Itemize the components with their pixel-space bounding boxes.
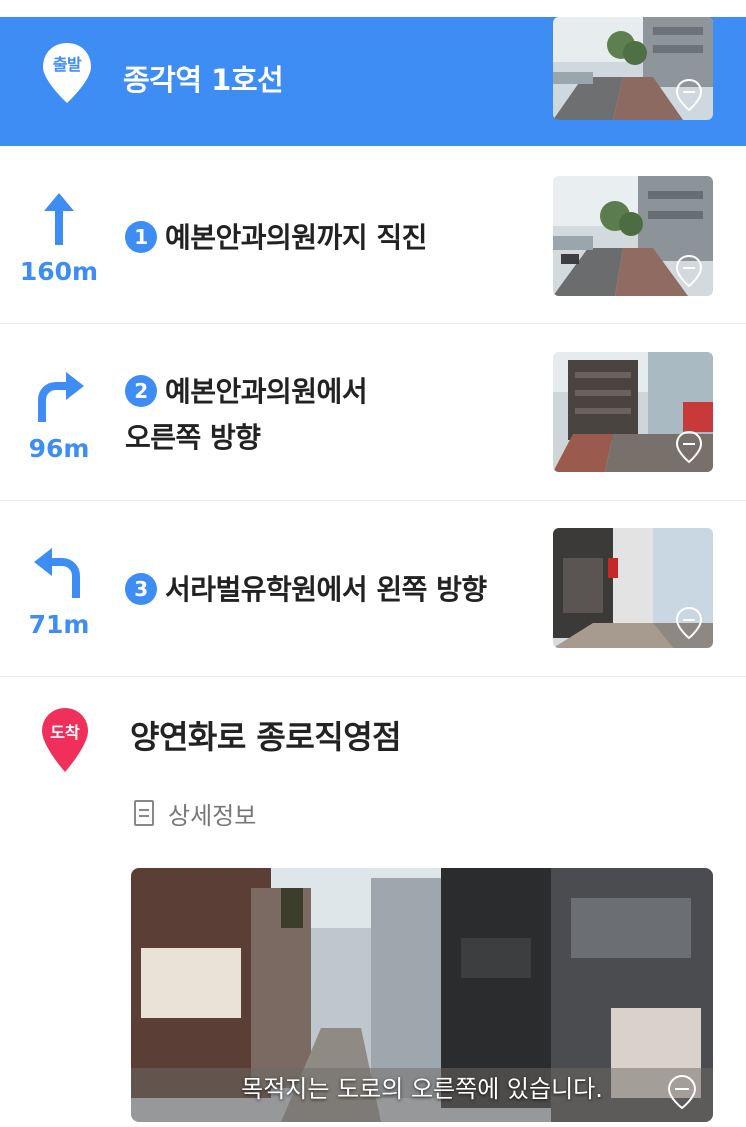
step-3-street-thumbnail[interactable] — [553, 528, 713, 648]
start-badge: 출발 — [52, 55, 82, 74]
step-2-street-thumbnail[interactable] — [553, 352, 713, 472]
step-number-badge: 1 — [125, 221, 157, 253]
document-icon — [134, 800, 154, 826]
step-instruction-text: 예본안과의원까지 직진 — [165, 221, 427, 254]
detail-info-link[interactable]: 상세정보 — [134, 796, 256, 830]
step-distance: 71m — [28, 610, 90, 639]
route-step-1[interactable]: 160m 1 예본안과의원까지 직진 — [0, 147, 746, 324]
step-instruction-text: 예본안과의원에서 — [165, 375, 368, 408]
step-1-street-thumbnail[interactable] — [553, 176, 713, 296]
streetview-pin-icon — [675, 430, 703, 464]
turn-right-arrow-icon — [38, 372, 84, 422]
streetview-pin-icon — [675, 606, 703, 640]
step-instruction-text: 서라벌유학원에서 왼쪽 방향 — [165, 573, 487, 606]
step-instruction: 1 예본안과의원까지 직진 — [125, 215, 535, 261]
destination-street-photo[interactable]: 목적지는 도로의 오른쪽에 있습니다. — [131, 868, 713, 1122]
step-distance: 160m — [19, 257, 99, 286]
step-instruction-text-line2: 오른쪽 방향 — [125, 421, 261, 454]
start-title: 종각역 1호선 — [123, 63, 284, 97]
detail-info-label: 상세정보 — [168, 801, 257, 830]
step-distance: 96m — [28, 434, 90, 463]
turn-left-arrow-icon — [34, 548, 80, 598]
start-street-thumbnail[interactable] — [553, 17, 713, 120]
route-step-2[interactable]: 96m 2 예본안과의원에서 오른쪽 방향 — [0, 324, 746, 501]
destination-title: 양연화로 종로직영점 — [130, 718, 402, 756]
start-header: 출발 종각역 1호선 — [0, 17, 746, 146]
streetview-pin-icon — [667, 1074, 697, 1110]
route-step-3[interactable]: 71m 3 서라벌유학원에서 왼쪽 방향 — [0, 500, 746, 677]
step-instruction: 3 서라벌유학원에서 왼쪽 방향 — [125, 567, 535, 613]
straight-arrow-icon — [44, 193, 74, 245]
step-instruction: 2 예본안과의원에서 오른쪽 방향 — [125, 369, 535, 461]
step-number-badge: 3 — [125, 573, 157, 605]
step-number-badge: 2 — [125, 375, 157, 407]
destination-badge: 도착 — [50, 723, 80, 742]
streetview-pin-icon — [675, 254, 703, 288]
streetview-pin-icon — [675, 78, 703, 112]
destination-photo-caption: 목적지는 도로의 오른쪽에 있습니다. — [241, 1075, 603, 1103]
